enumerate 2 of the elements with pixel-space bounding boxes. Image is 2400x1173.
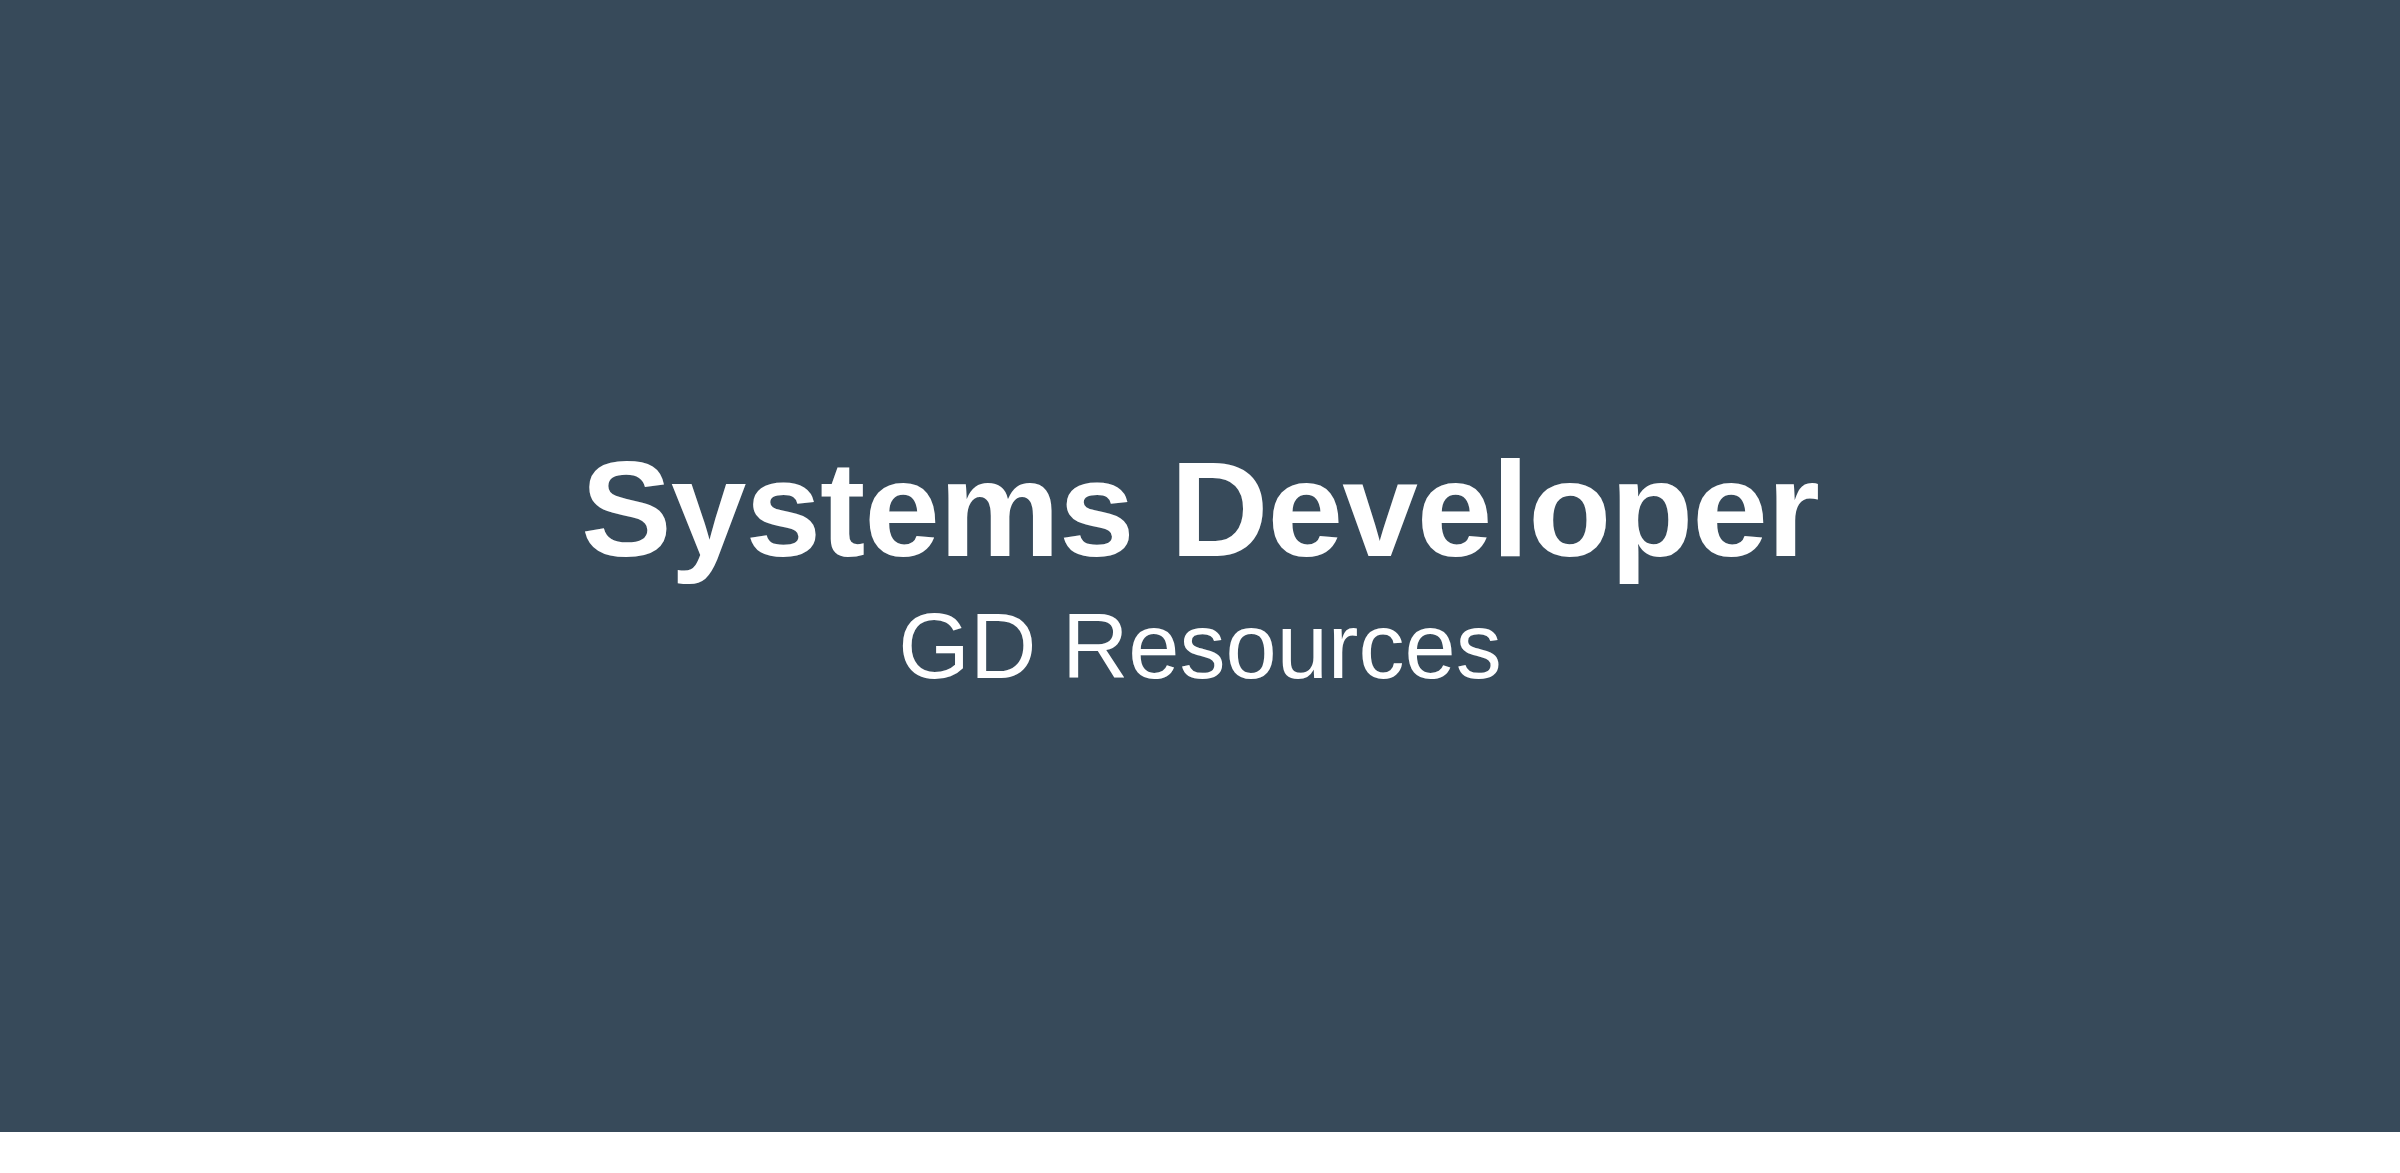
page-title: Systems Developer	[581, 434, 1819, 585]
company-name: GD Resources	[898, 596, 1502, 698]
